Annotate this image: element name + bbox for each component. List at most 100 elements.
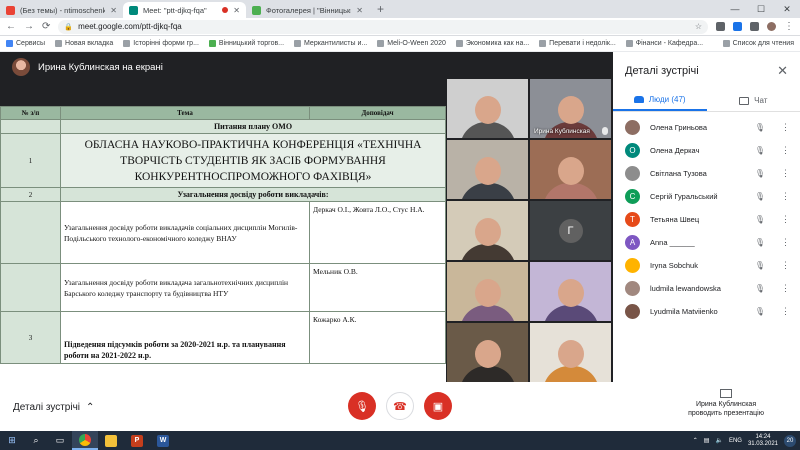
maximize-icon[interactable]: ☐ [748,0,774,18]
reload-icon[interactable]: ⟳ [42,21,50,32]
recording-dot-icon [222,7,229,13]
bookmark-star-icon[interactable]: ☆ [695,22,702,31]
close-window-icon[interactable]: ✕ [774,0,800,18]
close-icon[interactable]: ✕ [233,6,240,15]
search-icon[interactable]: ⌕ [24,431,48,450]
bookmark-icon [123,40,131,47]
network-icon[interactable]: ▤ [704,437,710,444]
back-icon[interactable]: ← [6,21,16,32]
mic-muted-icon[interactable]: 🎙 [753,169,767,178]
participant-tile[interactable] [447,323,528,382]
bookmark-item[interactable]: Меркантилисты и... [294,40,367,47]
bookmark-item[interactable]: Экономика как на... [455,40,529,47]
participant-face [474,217,501,246]
meeting-details-button[interactable]: Деталі зустрічі ⌃ [13,402,94,413]
mic-muted-icon[interactable]: 🎙 [753,307,767,316]
new-tab-button[interactable]: + [369,2,392,18]
bookmark-item[interactable]: Сервисы [6,40,45,47]
close-icon[interactable]: ✕ [356,6,363,15]
speaker-cell: Деркач О.І., Жовта Л.О., Стус Н.А. [309,201,446,264]
browser-tab-meet[interactable]: Meet: "ptt-djkq-fqa" ✕ [123,2,246,18]
bookmark-item[interactable]: Історінні форми гр... [123,40,199,47]
close-icon[interactable]: ✕ [110,6,117,15]
bookmark-icon [208,40,216,47]
participant-tile[interactable] [447,79,528,138]
extension-icon[interactable] [750,22,759,31]
language-indicator[interactable]: ENG [729,438,742,444]
bookmark-item[interactable]: Перевати і недолік... [539,40,616,47]
bookmark-label: Історінні форми гр... [133,40,199,47]
clock[interactable]: 14:24 31.03.2021 [748,434,778,448]
windows-start-icon[interactable]: ⊞ [0,431,24,450]
participant-row[interactable]: A Anna ______ 🎙 ⋮ [613,231,800,254]
bookmark-item[interactable]: Вінницький торгов... [208,40,284,47]
mic-muted-icon[interactable]: 🎙 [753,261,767,270]
avatar [625,258,640,273]
close-icon[interactable]: ✕ [777,63,788,79]
bookmark-item[interactable]: Новая вкладка [55,40,113,47]
mic-muted-icon[interactable]: 🎙 [753,123,767,132]
browser-tab-bar: (Без темы) - ntimoschenkom@gm ✕ Meet: "p… [0,0,800,18]
menu-kebab-icon[interactable]: ⋮ [784,21,794,32]
table-row: 3 Підведення підсумків роботи за 2020-20… [0,311,446,364]
participant-tile[interactable] [530,323,611,382]
participant-row[interactable]: ludmila lewandowska 🎙 ⋮ [613,277,800,300]
bookmark-item[interactable]: Meli-O-Ween 2020 [377,40,446,47]
participant-row[interactable]: Lyudmila Matviienko 🎙 ⋮ [613,300,800,323]
more-options-icon[interactable]: ⋮ [781,306,790,317]
word-icon[interactable]: W [150,431,176,450]
mic-muted-icon[interactable]: 🎙 [753,146,767,155]
powerpoint-icon[interactable]: P [124,431,150,450]
more-options-icon[interactable]: ⋮ [781,214,790,225]
participant-tile[interactable] [530,262,611,321]
more-options-icon[interactable]: ⋮ [781,283,790,294]
participant-row[interactable]: Світлана Тузова 🎙 ⋮ [613,162,800,185]
url-field[interactable]: 🔒 meet.google.com/ptt-djkq-fqa ☆ [58,19,708,34]
more-options-icon[interactable]: ⋮ [781,260,790,271]
profile-avatar[interactable] [767,22,776,31]
meeting-details-panel: Деталі зустрічі ✕ Люди (47) Чат Олена Гр… [613,52,800,382]
more-options-icon[interactable]: ⋮ [781,191,790,202]
participant-row[interactable]: Олена Гриньова 🎙 ⋮ [613,116,800,139]
tab-chat[interactable]: Чат [707,90,800,111]
participant-row[interactable]: С Сергій Гуральський 🎙 ⋮ [613,185,800,208]
volume-icon[interactable]: 🔈 [715,437,722,444]
mic-off-button[interactable]: 🎙 [348,392,376,420]
more-options-icon[interactable]: ⋮ [781,122,790,133]
chrome-icon[interactable] [72,431,98,450]
forward-icon[interactable]: → [24,21,34,32]
bookmark-item[interactable]: Фінанси - Кафедра... [625,40,703,47]
extension-icon[interactable] [716,22,725,31]
mic-muted-icon[interactable]: 🎙 [753,238,767,247]
mic-muted-icon[interactable]: 🎙 [753,215,767,224]
participant-tile[interactable] [447,262,528,321]
tab-people[interactable]: Люди (47) [613,90,707,111]
mic-muted-icon[interactable]: 🎙 [753,192,767,201]
reading-list[interactable]: Список для чтения [722,40,794,47]
participant-row[interactable]: Iryna Sobchuk 🎙 ⋮ [613,254,800,277]
presenting-status[interactable]: Ирина Кублинская проводить презентацію [688,389,764,418]
browser-tab-gallery[interactable]: Фотогалерея | "Вінницький торг ✕ [246,2,369,18]
participant-row[interactable]: О Олена Деркач 🎙 ⋮ [613,139,800,162]
more-options-icon[interactable]: ⋮ [781,168,790,179]
participant-tile[interactable] [447,201,528,260]
participant-tile[interactable] [530,140,611,199]
browser-tab-gmail[interactable]: (Без темы) - ntimoschenkom@gm ✕ [0,2,123,18]
camera-off-button[interactable]: ▣ [424,392,452,420]
mic-muted-icon[interactable]: 🎙 [753,284,767,293]
url-text: meet.google.com/ptt-djkq-fqa [78,22,182,31]
file-explorer-icon[interactable] [98,431,124,450]
more-options-icon[interactable]: ⋮ [781,145,790,156]
participant-tile[interactable] [447,140,528,199]
participant-row[interactable]: Т Тетьяна Швец 🎙 ⋮ [613,208,800,231]
extension-icon[interactable] [733,22,742,31]
notification-badge[interactable]: 20 [784,434,796,447]
tray-chevron-icon[interactable]: ⌃ [693,437,698,444]
task-view-icon[interactable]: ▭ [48,431,72,450]
leave-call-button[interactable]: ☎ [386,392,414,420]
minimize-icon[interactable]: — [722,0,748,18]
more-options-icon[interactable]: ⋮ [781,237,790,248]
column-header: Доповідач [309,106,446,120]
participant-tile[interactable]: Ирина Кублинская [530,79,611,138]
participant-tile[interactable]: Г [530,201,611,260]
